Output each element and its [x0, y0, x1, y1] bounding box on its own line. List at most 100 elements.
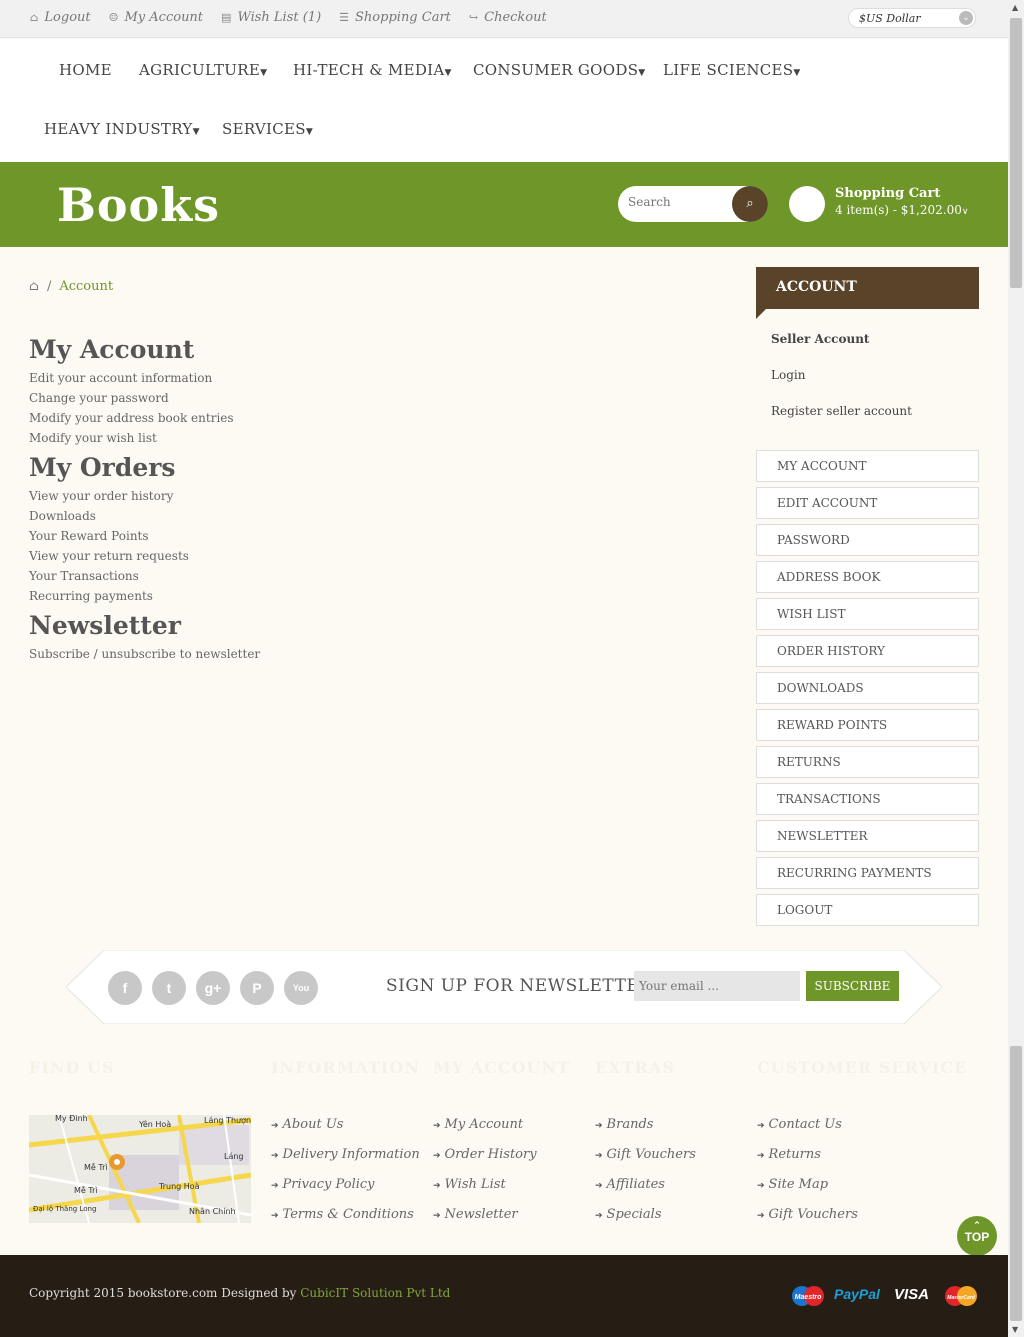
twitter-icon[interactable]: t: [152, 971, 186, 1005]
footer-link-terms[interactable]: ➔ Terms & Conditions: [271, 1207, 414, 1222]
cart-summary[interactable]: 4 item(s) - $1,202.00∨: [835, 203, 968, 217]
scrollbar-thumb[interactable]: [1010, 18, 1022, 288]
designer-link[interactable]: CubicIT Solution Pvt Ltd: [300, 1286, 450, 1300]
caret-down-icon: ▼: [793, 68, 801, 78]
sidebar-item-logout[interactable]: LOGOUT: [756, 894, 979, 926]
link-downloads[interactable]: Downloads: [29, 509, 96, 523]
scroll-up-icon[interactable]: ▲: [1012, 3, 1018, 12]
arrow-right-icon: ➔: [271, 1211, 279, 1221]
search-input[interactable]: [628, 195, 738, 209]
checkout-link[interactable]: ↪ Checkout: [469, 10, 547, 25]
youtube-icon[interactable]: You: [284, 971, 318, 1005]
search-button[interactable]: ⌕: [732, 186, 768, 222]
map-label: Yên Hoà: [138, 1119, 171, 1129]
logout-link[interactable]: ⌂ Logout: [30, 10, 91, 25]
link-reward-points[interactable]: Your Reward Points: [29, 529, 149, 543]
nav-item-home[interactable]: HOME: [59, 61, 112, 79]
scrollbar-thumb-lower[interactable]: [1010, 1046, 1022, 1321]
footer-link-affiliates[interactable]: ➔ Affiliates: [595, 1177, 665, 1192]
wish-list-link[interactable]: ▤ Wish List (1): [221, 10, 321, 25]
footer-link-label: Terms & Conditions: [282, 1207, 414, 1222]
nav-item-consumer-goods[interactable]: CONSUMER GOODS▼: [473, 61, 646, 79]
section-title-newsletter: Newsletter: [29, 611, 181, 640]
sidebar-item-password[interactable]: PASSWORD: [756, 524, 979, 556]
nav-item-services[interactable]: SERVICES▼: [222, 120, 313, 138]
nav-item-hi-tech[interactable]: HI-TECH & MEDIA▼: [293, 61, 452, 79]
sidebar-item-order-history[interactable]: ORDER HISTORY: [756, 635, 979, 667]
cart-icon[interactable]: [789, 186, 825, 222]
link-wish-list[interactable]: Modify your wish list: [29, 431, 157, 445]
sidebar-item-recurring-payments[interactable]: RECURRING PAYMENTS: [756, 857, 979, 889]
footer-link-contact-us[interactable]: ➔ Contact Us: [757, 1117, 842, 1132]
link-newsletter-subscribe[interactable]: Subscribe / unsubscribe to newsletter: [29, 647, 260, 661]
subscribe-button[interactable]: SUBSCRIBE: [806, 971, 899, 1001]
home-icon[interactable]: ⌂: [29, 279, 39, 294]
footer-link-delivery-information[interactable]: ➔ Delivery Information: [271, 1147, 420, 1162]
sidebar-item-returns[interactable]: RETURNS: [756, 746, 979, 778]
pinterest-icon[interactable]: P: [240, 971, 274, 1005]
nav-item-life-sciences[interactable]: LIFE SCIENCES▼: [663, 61, 801, 79]
sidebar-item-reward-points[interactable]: REWARD POINTS: [756, 709, 979, 741]
page-scrollbar[interactable]: ▲ ▼: [1008, 0, 1024, 1337]
location-map[interactable]: My Đình Yên Hoà Láng Thượng Láng Mễ Trì …: [29, 1115, 251, 1223]
link-order-history[interactable]: View your order history: [29, 489, 173, 503]
footer-link-privacy-policy[interactable]: ➔ Privacy Policy: [271, 1177, 375, 1192]
footer-link-returns[interactable]: ➔ Returns: [757, 1147, 821, 1162]
back-to-top-button[interactable]: ⌃ TOP: [957, 1216, 997, 1256]
sidebar-item-wish-list[interactable]: WISH LIST: [756, 598, 979, 630]
currency-select[interactable]: $US Dollar ⌄: [848, 8, 976, 28]
arrow-right-icon: ➔: [271, 1151, 279, 1161]
chevron-up-icon: ⌃: [973, 1220, 981, 1230]
top-links: ⌂ Logout ☺ My Account ▤ Wish List (1) ☰ Shop…: [30, 10, 547, 25]
link-edit-account-info[interactable]: Edit your account information: [29, 371, 212, 385]
footer-link-wish-list[interactable]: ➔ Wish List: [433, 1177, 506, 1192]
footer-link-my-account[interactable]: ➔ My Account: [433, 1117, 523, 1132]
footer-link-gift-vouchers-cs[interactable]: ➔ Gift Vouchers: [757, 1207, 858, 1222]
sidebar-login[interactable]: Login: [771, 368, 805, 382]
link-return-requests[interactable]: View your return requests: [29, 549, 189, 563]
footer-link-order-history[interactable]: ➔ Order History: [433, 1147, 537, 1162]
sidebar-item-transactions[interactable]: TRANSACTIONS: [756, 783, 979, 815]
my-account-link[interactable]: ☺ My Account: [109, 10, 203, 25]
facebook-icon[interactable]: f: [108, 971, 142, 1005]
nav-label: HOME: [59, 61, 112, 79]
nav-item-heavy-industry[interactable]: HEAVY INDUSTRY▼: [44, 120, 200, 138]
link-address-book[interactable]: Modify your address book entries: [29, 411, 234, 425]
sidebar-item-address-book[interactable]: ADDRESS BOOK: [756, 561, 979, 593]
scroll-down-icon[interactable]: ▼: [1012, 1325, 1018, 1334]
footer-link-about-us[interactable]: ➔ About Us: [271, 1117, 343, 1132]
arrow-right-icon: ➔: [757, 1211, 765, 1221]
breadcrumb: ⌂ / Account: [29, 279, 113, 294]
shopping-cart-link[interactable]: ☰ Shopping Cart: [339, 10, 451, 25]
sidebar-item-newsletter[interactable]: NEWSLETTER: [756, 820, 979, 852]
link-change-password[interactable]: Change your password: [29, 391, 169, 405]
shopping-cart-label: Shopping Cart: [355, 10, 451, 25]
footer-link-specials[interactable]: ➔ Specials: [595, 1207, 662, 1222]
link-transactions[interactable]: Your Transactions: [29, 569, 139, 583]
nav-item-agriculture[interactable]: AGRICULTURE▼: [139, 61, 267, 79]
list-icon: ▤: [221, 11, 232, 24]
sidebar-item-edit-account[interactable]: EDIT ACCOUNT: [756, 487, 979, 519]
footer-link-label: About Us: [282, 1117, 344, 1132]
footer-heading-find-us: FIND US: [29, 1058, 115, 1077]
arrow-right-icon: ➔: [757, 1151, 765, 1161]
breadcrumb-current[interactable]: Account: [59, 279, 113, 294]
footer-link-brands[interactable]: ➔ Brands: [595, 1117, 653, 1132]
sidebar-register-seller[interactable]: Register seller account: [771, 404, 912, 418]
copyright-text: Copyright 2015 bookstore.com Designed by: [29, 1286, 301, 1300]
map-label: Trung Hoà: [158, 1182, 200, 1191]
footer-link-newsletter[interactable]: ➔ Newsletter: [433, 1207, 518, 1222]
sidebar-seller-account[interactable]: Seller Account: [771, 332, 869, 346]
currency-value: $US Dollar: [859, 12, 921, 25]
visa-icon: VISA: [894, 1286, 930, 1303]
map-label: My Đình: [55, 1115, 88, 1123]
footer-link-gift-vouchers[interactable]: ➔ Gift Vouchers: [595, 1147, 696, 1162]
sidebar-item-my-account[interactable]: MY ACCOUNT: [756, 450, 979, 482]
google-plus-icon[interactable]: g+: [196, 971, 230, 1005]
link-recurring-payments[interactable]: Recurring payments: [29, 589, 153, 603]
sidebar-item-downloads[interactable]: DOWNLOADS: [756, 672, 979, 704]
newsletter-email-input[interactable]: [634, 971, 800, 1001]
cart-title[interactable]: Shopping Cart: [835, 186, 940, 201]
site-logo[interactable]: Books: [57, 178, 220, 232]
footer-link-site-map[interactable]: ➔ Site Map: [757, 1177, 828, 1192]
